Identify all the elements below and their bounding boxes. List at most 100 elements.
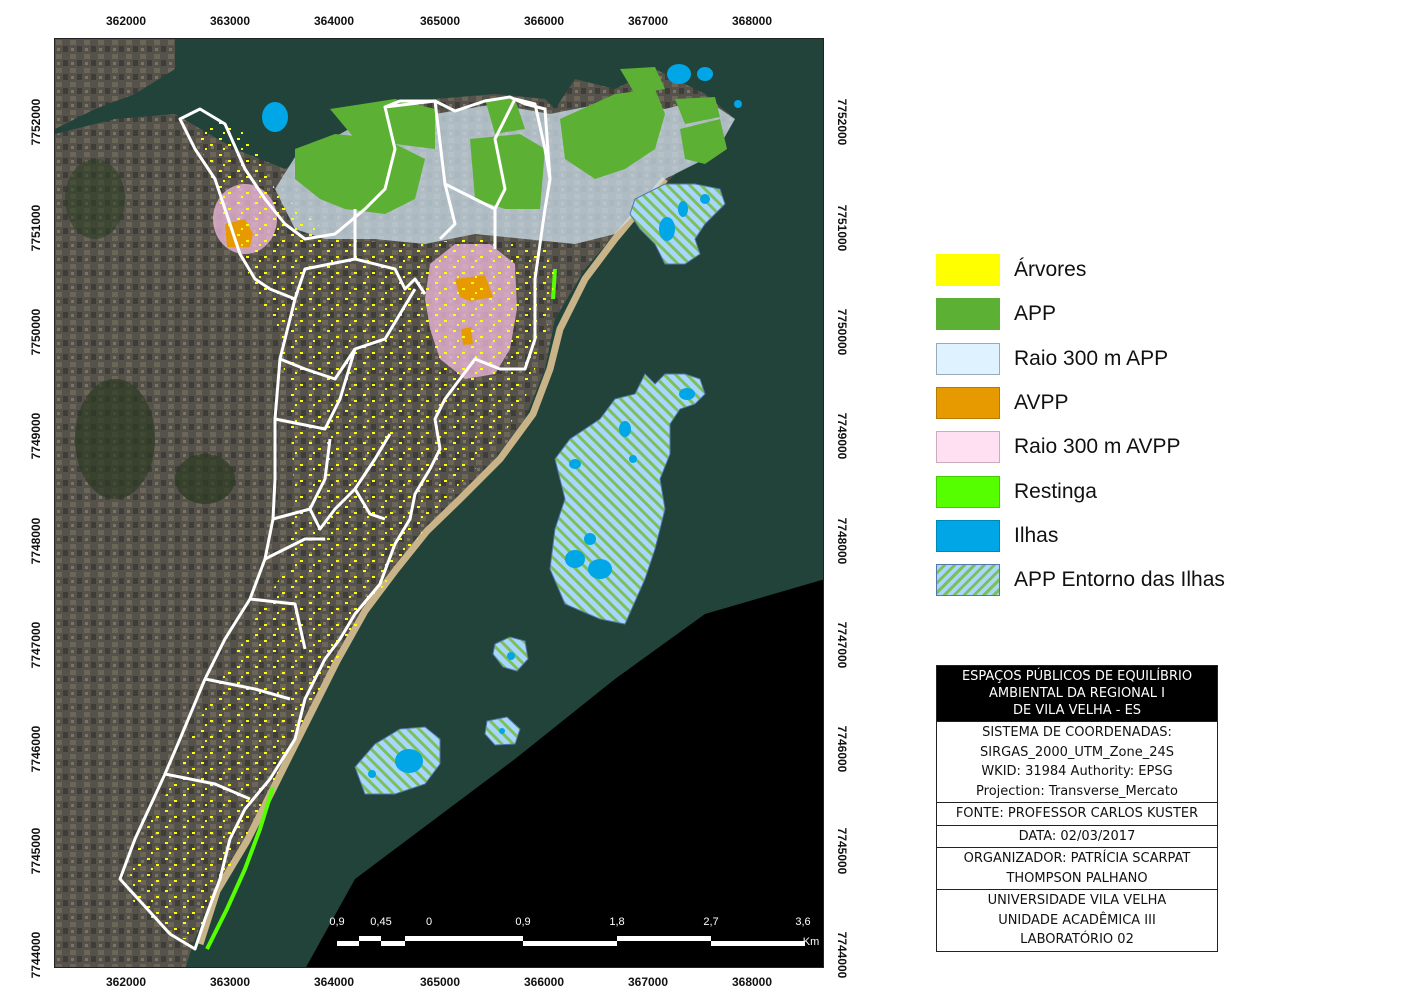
legend-swatch: [936, 254, 1000, 287]
info-line: THOMPSON PALHANO: [1006, 870, 1148, 886]
map-title-line: AMBIENTAL DA REGIONAL I: [988, 686, 1166, 701]
northing-right-7748000: 7748000: [835, 517, 849, 565]
island: [734, 100, 742, 108]
northing-right-7744000: 7744000: [835, 931, 849, 979]
northing-left-7745000: 7745000: [29, 827, 43, 875]
date: DATA: 02/03/2017: [937, 824, 1217, 848]
northing-right-7752000: 7752000: [835, 98, 849, 146]
scale-label: 3,6: [795, 916, 811, 928]
northing-left-7750000: 7750000: [29, 308, 43, 356]
island: [565, 550, 585, 568]
legend-label: Árvores: [1014, 258, 1087, 282]
scale-label: 2,7: [703, 916, 719, 928]
legend-label: Restinga: [1014, 479, 1097, 503]
easting-top-365000: 365000: [419, 14, 461, 28]
easting-top-366000: 366000: [523, 14, 565, 28]
scale-label: 0,9: [515, 916, 531, 928]
legend-label: Raio 300 m AVPP: [1014, 435, 1181, 459]
island: [507, 652, 515, 660]
legend-item-ilhas: Ilhas: [936, 514, 1266, 558]
island: [395, 749, 423, 773]
scale-bar-graphic: [337, 936, 805, 946]
island: [629, 455, 637, 463]
info-line: UNIVERSIDADE VILA VELHA: [987, 893, 1167, 908]
institution: UNIVERSIDADE VILA VELHA UNIDADE ACADÊMIC…: [937, 889, 1217, 951]
easting-bottom-364000: 364000: [313, 975, 355, 989]
easting-bottom-367000: 367000: [627, 975, 669, 989]
easting-top-364000: 364000: [313, 14, 355, 28]
island: [499, 728, 505, 734]
northing-left-7746000: 7746000: [29, 725, 43, 773]
scale-label: 0,9: [329, 916, 345, 928]
legend-item-raio-app: Raio 300 m APP: [936, 337, 1266, 381]
northing-left-7752000: 7752000: [29, 98, 43, 146]
northing-right-7750000: 7750000: [835, 308, 849, 356]
map-title-line: DE VILA VELHA - ES: [1012, 703, 1142, 718]
legend-item-avpp: AVPP: [936, 381, 1266, 425]
legend-swatch: [936, 475, 1000, 508]
legend-swatch: [936, 431, 1000, 464]
source: FONTE: PROFESSOR CARLOS KUSTER: [937, 802, 1217, 825]
northing-right-7746000: 7746000: [835, 725, 849, 773]
island: [584, 533, 596, 545]
island: [588, 559, 612, 579]
legend-label: APP: [1014, 302, 1057, 326]
organizer: ORGANIZADOR: PATRÍCIA SCARPAT THOMPSON P…: [937, 847, 1217, 889]
coordinate-system: SISTEMA DE COORDENADAS: SIRGAS_2000_UTM_…: [937, 721, 1217, 802]
northing-left-7748000: 7748000: [29, 517, 43, 565]
legend-item-app-entorno: APP Entorno das Ilhas: [936, 558, 1266, 602]
easting-bottom-362000: 362000: [105, 975, 147, 989]
info-line: FONTE: PROFESSOR CARLOS KUSTER: [955, 806, 1199, 821]
island: [697, 67, 713, 81]
app-area: [470, 134, 545, 209]
scale-label: 0,45: [370, 916, 392, 928]
northing-right-7751000: 7751000: [835, 204, 849, 252]
map-title: ESPAÇOS PÚBLICOS DE EQUILÍBRIO AMBIENTAL…: [937, 666, 1217, 721]
northing-left-7747000: 7747000: [29, 621, 43, 669]
info-line: LABORATÓRIO 02: [1020, 932, 1134, 947]
map-canvas[interactable]: [55, 39, 824, 968]
legend-item-raio-avpp: Raio 300 m AVPP: [936, 425, 1266, 469]
easting-top-367000: 367000: [627, 14, 669, 28]
scale-unit: Km: [802, 936, 820, 948]
island: [262, 102, 288, 132]
info-line: WKID: 31984 Authority: EPSG: [981, 764, 1173, 779]
easting-bottom-363000: 363000: [209, 975, 251, 989]
vegetation-patch: [175, 454, 235, 504]
info-line: Projection: Transverse_Mercato: [976, 783, 1178, 799]
legend-swatch: [936, 387, 1000, 420]
easting-top-363000: 363000: [209, 14, 251, 28]
northing-left-7749000: 7749000: [29, 412, 43, 460]
easting-top-368000: 368000: [731, 14, 773, 28]
northing-right-7745000: 7745000: [835, 827, 849, 875]
legend-swatch-hatch: [936, 564, 1000, 597]
scale-bar: 0,9 0,45 0 0,9 1,8 2,7 3,6 Km: [329, 916, 821, 956]
info-line: SIRGAS_2000_UTM_Zone_24S: [980, 744, 1174, 760]
northing-right-7749000: 7749000: [835, 412, 849, 460]
island: [700, 194, 710, 204]
info-line: ORGANIZADOR: PATRÍCIA SCARPAT: [963, 851, 1191, 866]
island: [368, 770, 376, 778]
island: [667, 64, 691, 84]
island: [619, 421, 631, 437]
northing-left-7744000: 7744000: [29, 931, 43, 979]
island: [679, 388, 695, 400]
legend-item-app: APP: [936, 292, 1266, 336]
easting-bottom-365000: 365000: [419, 975, 461, 989]
island: [659, 217, 675, 241]
legend-label: Raio 300 m APP: [1014, 346, 1169, 370]
easting-top-362000: 362000: [105, 14, 147, 28]
map-frame[interactable]: 0,9 0,45 0 0,9 1,8 2,7 3,6 Km: [54, 38, 824, 968]
easting-bottom-366000: 366000: [523, 975, 565, 989]
info-line: SISTEMA DE COORDENADAS:: [982, 725, 1172, 740]
easting-bottom-368000: 368000: [731, 975, 773, 989]
legend-item-restinga: Restinga: [936, 469, 1266, 513]
info-line: UNIDADE ACADÊMICA III: [998, 912, 1156, 928]
scale-label: 0: [425, 916, 433, 928]
legend-swatch: [936, 342, 1000, 375]
island: [569, 459, 581, 469]
map-title-line: ESPAÇOS PÚBLICOS DE EQUILÍBRIO: [961, 669, 1193, 684]
vegetation-patch: [75, 379, 155, 499]
info-line: DATA: 02/03/2017: [1018, 828, 1136, 844]
legend: Árvores APP Raio 300 m APP AVPP Raio 300…: [936, 248, 1266, 602]
